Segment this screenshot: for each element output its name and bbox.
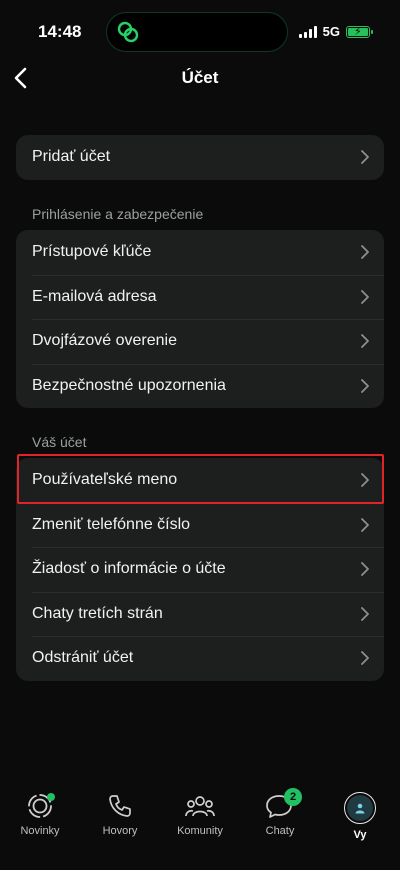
status-indicators: 5G ⚡ bbox=[298, 24, 373, 39]
tab-communities[interactable]: Komunity bbox=[160, 792, 240, 837]
chevron-right-icon bbox=[361, 245, 369, 259]
battery-icon: ⚡ bbox=[346, 25, 373, 38]
nav-header: Účet bbox=[0, 62, 400, 94]
tab-label: Hovory bbox=[102, 825, 138, 837]
chevron-right-icon bbox=[361, 606, 369, 621]
chevron-right-icon bbox=[361, 150, 369, 164]
unread-badge: 2 bbox=[284, 788, 302, 806]
communities-icon bbox=[185, 796, 215, 817]
row-label: Pridať účet bbox=[32, 148, 111, 166]
row-passkeys[interactable]: Prístupové kľúče bbox=[16, 230, 384, 275]
your-account-group: Používateľské meno Zmeniť telefónne čísl… bbox=[16, 458, 384, 681]
new-status-dot bbox=[47, 793, 55, 801]
row-add-account[interactable]: Pridať účet bbox=[16, 135, 384, 180]
tab-bar: Novinky Hovory Komunity 2 Chaty Vy bbox=[0, 780, 400, 870]
chevron-right-icon bbox=[361, 334, 369, 348]
tab-updates[interactable]: Novinky bbox=[0, 792, 80, 837]
tab-you[interactable]: Vy bbox=[320, 792, 400, 841]
row-label: Odstrániť účet bbox=[32, 649, 134, 667]
dynamic-island bbox=[106, 12, 288, 52]
tab-chats[interactable]: 2 Chaty bbox=[240, 788, 320, 837]
network-type: 5G bbox=[322, 24, 340, 39]
row-email-address[interactable]: E-mailová adresa bbox=[16, 274, 384, 320]
linked-devices-icon bbox=[117, 21, 139, 43]
phone-icon bbox=[109, 795, 131, 817]
row-label: E-mailová adresa bbox=[32, 287, 157, 305]
row-request-account-info[interactable]: Žiadosť o informácie o účte bbox=[16, 547, 384, 592]
chevron-right-icon bbox=[361, 378, 369, 393]
chevron-right-icon bbox=[361, 562, 369, 576]
row-security-notifications[interactable]: Bezpečnostné upozornenia bbox=[16, 363, 384, 409]
chevron-right-icon bbox=[361, 473, 369, 487]
security-group: Prístupové kľúče E-mailová adresa Dvojfá… bbox=[16, 230, 384, 408]
status-bar: 14:48 5G ⚡ bbox=[0, 0, 400, 62]
row-label: Používateľské meno bbox=[32, 471, 178, 489]
tab-label: Chaty bbox=[265, 825, 295, 837]
chevron-right-icon bbox=[361, 289, 369, 304]
row-delete-account[interactable]: Odstrániť účet bbox=[16, 636, 384, 681]
avatar bbox=[344, 792, 376, 824]
tab-label: Komunity bbox=[177, 825, 223, 837]
row-label: Prístupové kľúče bbox=[32, 243, 152, 261]
section-header-security: Prihlásenie a zabezpečenie bbox=[32, 206, 204, 222]
tab-calls[interactable]: Hovory bbox=[80, 792, 160, 837]
page-title: Účet bbox=[181, 68, 219, 87]
row-change-phone-number[interactable]: Zmeniť telefónne číslo bbox=[16, 502, 384, 548]
row-label: Zmeniť telefónne číslo bbox=[32, 515, 191, 533]
section-header-your-account: Váš účet bbox=[32, 434, 87, 450]
row-label: Dvojfázové overenie bbox=[32, 332, 177, 350]
row-two-step-verification[interactable]: Dvojfázové overenie bbox=[16, 319, 384, 364]
row-label: Chaty tretích strán bbox=[32, 604, 163, 622]
tab-label: Vy bbox=[353, 829, 367, 841]
status-time: 14:48 bbox=[38, 22, 82, 41]
row-label: Bezpečnostné upozornenia bbox=[32, 376, 226, 394]
chevron-right-icon bbox=[361, 517, 369, 532]
row-third-party-chats[interactable]: Chaty tretích strán bbox=[16, 591, 384, 637]
row-label: Žiadosť o informácie o účte bbox=[32, 560, 226, 578]
row-username[interactable]: Používateľské meno bbox=[16, 458, 384, 503]
chevron-right-icon bbox=[361, 651, 369, 665]
signal-icon bbox=[298, 25, 317, 38]
person-icon bbox=[355, 803, 365, 814]
add-account-group: Pridať účet bbox=[16, 135, 384, 180]
tab-label: Novinky bbox=[20, 825, 60, 837]
